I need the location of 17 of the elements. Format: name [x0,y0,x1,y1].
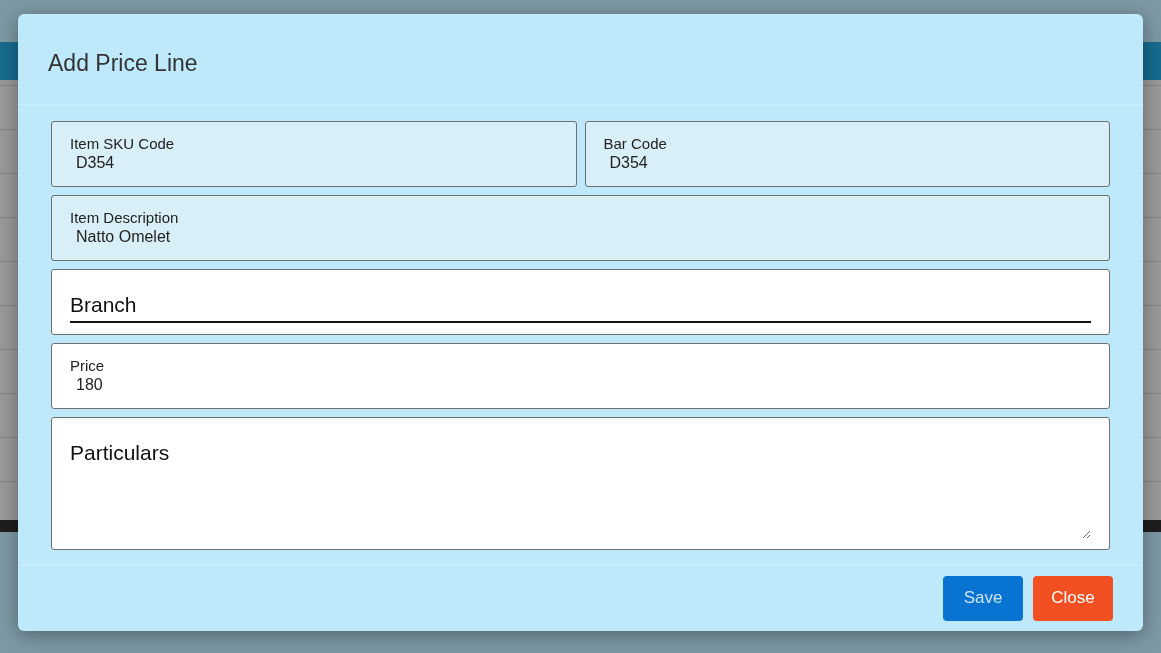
field-label: Price [70,357,106,375]
field-value: 180 [75,375,104,395]
field-label: Item SKU Code [70,135,176,153]
input-field[interactable]: Price 180 [51,343,1110,409]
field-label: Bar Code [603,135,668,153]
save-button[interactable]: Save [943,575,1023,621]
select-field[interactable]: Branch [51,269,1110,335]
dialog-title: Add Price Line [48,50,199,77]
field-value: Natto Omelet [75,227,172,247]
text-area[interactable]: Particulars [51,417,1110,550]
field-label: Item Description [70,209,180,227]
readonly-field[interactable]: Bar Code D354 [584,121,1110,187]
field-value: D354 [75,153,116,173]
field-value: D354 [608,153,649,173]
readonly-field[interactable]: Item Description Natto Omelet [51,195,1110,261]
readonly-field[interactable]: Item SKU Code D354 [51,121,577,187]
close-button[interactable]: Close [1033,575,1113,621]
